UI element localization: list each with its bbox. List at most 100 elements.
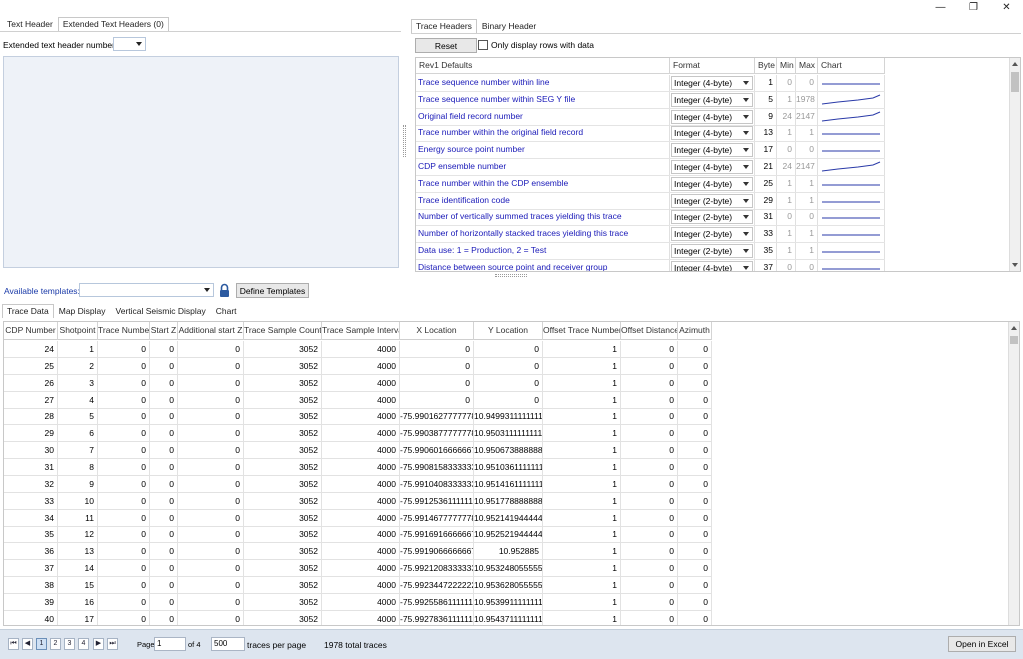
header-field-name[interactable]: Number of horizontally stacked traces yi…	[416, 226, 670, 243]
format-dropdown[interactable]: Integer (4-byte)	[671, 160, 753, 174]
header-field-name[interactable]: CDP ensemble number	[416, 159, 670, 175]
trace-header-row[interactable]: Energy source point number Integer (4-byt…	[416, 142, 885, 160]
page-number-input[interactable]: 1	[154, 637, 186, 651]
define-templates-button[interactable]: Define Templates	[236, 283, 309, 298]
header-field-name[interactable]: Trace sequence number within SEG Y file	[416, 91, 670, 108]
format-dropdown[interactable]: Integer (2-byte)	[671, 193, 753, 208]
format-dropdown[interactable]: Integer (4-byte)	[671, 76, 753, 90]
format-dropdown[interactable]: Integer (2-byte)	[671, 244, 753, 258]
trace-header-row[interactable]: Data use: 1 = Production, 2 = Test Intege…	[416, 243, 885, 260]
header-field-name[interactable]: Trace number within the CDP ensemble	[416, 175, 670, 192]
col-rev1-defaults[interactable]: Rev1 Defaults	[416, 58, 670, 74]
format-dropdown[interactable]: Integer (4-byte)	[671, 143, 753, 158]
col-min[interactable]: Min	[777, 58, 796, 74]
column-header[interactable]: Azimuth	[678, 322, 712, 340]
col-format[interactable]: Format	[670, 58, 755, 74]
table-row[interactable]: 32 9 0 0 0 3052 4000 -75.9910408333333 10.951416…	[4, 475, 712, 493]
scroll-down-icon[interactable]	[1012, 263, 1018, 267]
trace-header-row[interactable]: Original field record number Integer (4-b…	[416, 108, 885, 126]
page-3-button[interactable]: 3	[64, 638, 75, 650]
table-row[interactable]: 38 15 0 0 0 3052 4000 -75.9923447222222 10.95362…	[4, 576, 712, 594]
first-page-icon[interactable]: ⏮	[8, 638, 19, 650]
tab-chart[interactable]: Chart	[211, 304, 242, 318]
header-field-name[interactable]: Trace number within the original field r…	[416, 125, 670, 142]
col-max[interactable]: Max	[796, 58, 818, 74]
trace-header-row[interactable]: Distance between source point and receiv…	[416, 259, 885, 271]
trace-data-vertical-scrollbar[interactable]	[1008, 322, 1019, 625]
next-page-icon[interactable]: ▶	[93, 638, 104, 650]
scroll-up-icon[interactable]	[1011, 326, 1017, 330]
horizontal-splitter[interactable]	[0, 272, 1023, 278]
column-header[interactable]: X Location	[400, 322, 474, 340]
table-row[interactable]: 28 5 0 0 0 3052 4000 -75.9901627777778 10.949931…	[4, 408, 712, 426]
table-row[interactable]: 29 6 0 0 0 3052 4000 -75.9903877777778 10.950311…	[4, 425, 712, 443]
table-row[interactable]: 25 2 0 0 0 3052 4000 0 0 1 0 0	[4, 357, 712, 375]
trace-header-row[interactable]: Number of vertically summed traces yield…	[416, 209, 885, 227]
tab-vertical-seismic-display[interactable]: Vertical Seismic Display	[111, 304, 211, 318]
header-field-name[interactable]: Energy source point number	[416, 142, 670, 159]
header-field-name[interactable]: Original field record number	[416, 108, 670, 125]
page-2-button[interactable]: 2	[50, 638, 61, 650]
table-row[interactable]: 24 1 0 0 0 3052 4000 0 0 1 0 0	[4, 341, 712, 358]
format-dropdown[interactable]: Integer (4-byte)	[671, 126, 753, 141]
table-row[interactable]: 36 13 0 0 0 3052 4000 -75.9919066666667 10.95288…	[4, 543, 712, 561]
table-row[interactable]: 33 10 0 0 0 3052 4000 -75.9912536111111 10.95177…	[4, 492, 712, 510]
trace-header-row[interactable]: Trace number within the original field r…	[416, 125, 885, 143]
trace-header-row[interactable]: CDP ensemble number Integer (4-byte) 21 24 2…	[416, 159, 885, 176]
page-1-button[interactable]: 1	[36, 638, 47, 650]
open-in-excel-button[interactable]: Open in Excel	[948, 636, 1016, 652]
header-field-name[interactable]: Trace identification code	[416, 192, 670, 209]
column-header[interactable]: Trace Sample Interval	[322, 322, 400, 340]
column-header[interactable]: Trace Sample Count	[244, 322, 322, 340]
prev-page-icon[interactable]: ◀	[22, 638, 33, 650]
tab-trace-headers[interactable]: Trace Headers	[411, 19, 477, 33]
column-header[interactable]: Offset Trace Number	[543, 322, 621, 340]
scrollbar-thumb[interactable]	[1010, 336, 1018, 344]
table-row[interactable]: 27 4 0 0 0 3052 4000 0 0 1 0 0	[4, 391, 712, 409]
tab-binary-header[interactable]: Binary Header	[477, 19, 541, 33]
traces-per-page-input[interactable]: 500	[211, 637, 245, 651]
format-dropdown[interactable]: Integer (4-byte)	[671, 109, 753, 124]
text-header-content-area[interactable]	[3, 56, 399, 268]
column-header[interactable]: Shotpoint	[58, 322, 98, 340]
trace-header-vertical-scrollbar[interactable]	[1009, 58, 1020, 271]
table-row[interactable]: 31 8 0 0 0 3052 4000 -75.9908158333333 10.951036…	[4, 458, 712, 476]
header-field-name[interactable]: Distance between source point and receiv…	[416, 259, 670, 271]
tab-extended-text-headers[interactable]: Extended Text Headers (0)	[57, 17, 169, 31]
column-header[interactable]: Additional start Z	[178, 322, 244, 340]
header-field-name[interactable]: Data use: 1 = Production, 2 = Test	[416, 243, 670, 259]
col-byte[interactable]: Byte	[755, 58, 777, 74]
last-page-icon[interactable]: ⏭	[107, 638, 118, 650]
table-row[interactable]: 35 12 0 0 0 3052 4000 -75.9916916666667 10.95252…	[4, 526, 712, 544]
scrollbar-thumb[interactable]	[1011, 72, 1019, 92]
lock-icon[interactable]	[218, 283, 231, 298]
format-dropdown[interactable]: Integer (2-byte)	[671, 227, 753, 242]
column-header[interactable]: Trace Number	[98, 322, 150, 340]
extended-header-number-dropdown[interactable]	[113, 37, 146, 51]
tab-map-display[interactable]: Map Display	[54, 304, 111, 318]
maximize-button[interactable]: ❐	[957, 0, 990, 14]
close-button[interactable]: ✕	[990, 0, 1023, 14]
table-row[interactable]: 30 7 0 0 0 3052 4000 -75.9906016666667 10.950673…	[4, 442, 712, 460]
format-dropdown[interactable]: Integer (4-byte)	[671, 260, 753, 271]
header-field-name[interactable]: Number of vertically summed traces yield…	[416, 209, 670, 226]
column-header[interactable]: Start Z	[150, 322, 178, 340]
trace-header-row[interactable]: Number of horizontally stacked traces yi…	[416, 226, 885, 244]
column-header[interactable]: CDP Number	[4, 322, 58, 340]
tab-trace-data[interactable]: Trace Data	[2, 304, 54, 318]
format-dropdown[interactable]: Integer (2-byte)	[671, 210, 753, 225]
vertical-splitter-grip[interactable]	[403, 125, 406, 157]
format-dropdown[interactable]: Integer (4-byte)	[671, 176, 753, 191]
column-header[interactable]: Y Location	[474, 322, 543, 340]
scroll-up-icon[interactable]	[1012, 62, 1018, 66]
tab-text-header[interactable]: Text Header	[2, 17, 58, 31]
header-field-name[interactable]: Trace sequence number within line	[416, 75, 670, 91]
table-row[interactable]: 37 14 0 0 0 3052 4000 -75.9921208333333 10.95324…	[4, 560, 712, 578]
table-row[interactable]: 34 11 0 0 0 3052 4000 -75.9914677777778 10.95214…	[4, 509, 712, 527]
trace-header-row[interactable]: Trace sequence number within line Integer…	[416, 75, 885, 92]
page-4-button[interactable]: 4	[78, 638, 89, 650]
column-header[interactable]: Offset Distance	[621, 322, 678, 340]
trace-header-row[interactable]: Trace identification code Integer (2-byte…	[416, 192, 885, 210]
only-rows-with-data-checkbox[interactable]	[478, 40, 488, 50]
table-row[interactable]: 39 16 0 0 0 3052 4000 -75.9925586111111 10.95399…	[4, 593, 712, 611]
